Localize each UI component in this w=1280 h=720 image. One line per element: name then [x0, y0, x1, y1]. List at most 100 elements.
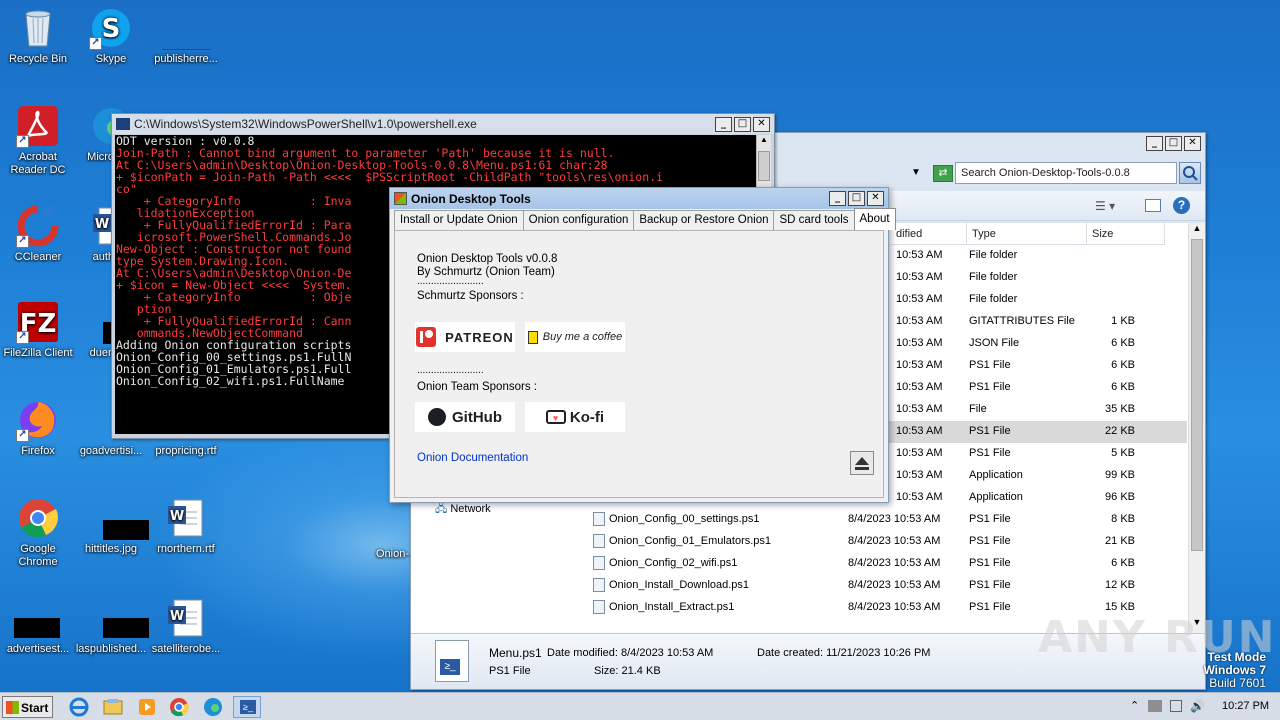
desktop-icon-acrobat[interactable]: ↗ Acrobat Reader DC [0, 104, 76, 177]
svg-text:S: S [102, 14, 121, 44]
desktop-icon-publisherre[interactable]: publisherre... [148, 6, 224, 66]
column-date-modified[interactable]: dified [891, 223, 967, 245]
eject-button[interactable] [850, 451, 874, 475]
minimize-button[interactable]: _ [1146, 136, 1163, 151]
network-icon: 🖧 [435, 503, 451, 515]
maximize-button[interactable]: □ [1165, 136, 1182, 151]
nav-network-label: Network [450, 503, 491, 515]
table-row[interactable]: Onion_Config_01_Emulators.ps1 8/4/2023 10… [411, 531, 1187, 553]
tab-backup-restore[interactable]: Backup or Restore Onion [633, 210, 775, 230]
onion-titlebar[interactable]: Onion Desktop Tools [390, 188, 888, 209]
onion-documentation-link[interactable]: Onion Documentation [417, 452, 528, 464]
tray-expand-icon[interactable]: ⌃ [1130, 699, 1139, 712]
patreon-button[interactable]: PATREON [415, 322, 515, 352]
github-button[interactable]: GitHub [415, 402, 515, 432]
file-date: 8/4/2023 10:53 AM [848, 513, 941, 525]
onion-window-controls: _ □ ✕ [829, 191, 884, 206]
refresh-icon[interactable]: ⇄ [933, 165, 953, 182]
file-type: File folder [969, 271, 1018, 283]
kofi-cup-icon: ♥ [545, 410, 566, 424]
kofi-button[interactable]: ♥ Ko-fi [525, 402, 625, 432]
address-dropdown-icon[interactable]: ▼ [911, 167, 921, 178]
maximize-button[interactable]: □ [734, 117, 751, 132]
scroll-up-icon[interactable]: ▲ [1190, 223, 1204, 239]
desktop-icon-advertisest[interactable]: advertisest... [0, 596, 76, 656]
desktop-icon-recycle-bin[interactable]: Recycle Bin [0, 6, 76, 66]
powershell-icon [116, 118, 130, 130]
onion-tabs: Install or Update Onion Onion configurat… [394, 208, 896, 230]
file-type: PS1 File [969, 513, 1011, 525]
coffee-cup-icon [527, 330, 538, 344]
ie-icon[interactable] [68, 696, 92, 718]
table-row[interactable]: Onion_Config_02_wifi.ps1 8/4/2023 10:53 A… [411, 553, 1187, 575]
file-type: PS1 File [969, 425, 1011, 437]
file-size: 1 KB [1111, 315, 1135, 327]
clock[interactable]: 10:27 PM [1222, 700, 1269, 712]
close-button[interactable]: ✕ [753, 117, 770, 132]
desktop-icon-hittitles[interactable]: hittitles.jpg [73, 496, 149, 556]
scroll-thumb[interactable] [758, 151, 770, 181]
file-size: 12 KB [1105, 579, 1135, 591]
github-label: GitHub [452, 408, 502, 426]
tab-sd-card-tools[interactable]: SD card tools [773, 210, 855, 230]
system-tray: ⌃ 🔊 10:27 PM [1100, 693, 1280, 720]
shortcut-arrow-icon: ↗ [16, 429, 29, 442]
explorer-taskbar-icon[interactable] [102, 696, 126, 718]
desktop-icon-filezilla[interactable]: FZ ↗ FileZilla Client [0, 300, 76, 360]
file-size: 21 KB [1105, 535, 1135, 547]
file-date: 10:53 AM [896, 425, 943, 437]
desktop-icon-label: Acrobat Reader DC [10, 151, 66, 176]
search-icon[interactable] [1179, 162, 1201, 184]
scroll-up-icon[interactable]: ▲ [758, 135, 770, 149]
desktop-icon-ccleaner[interactable]: ↗ CCleaner [0, 204, 76, 264]
network-tray-icon[interactable] [1148, 700, 1162, 712]
edge-taskbar-icon[interactable] [202, 696, 226, 718]
table-row[interactable]: Onion_Config_00_settings.ps1 8/4/2023 10:… [411, 509, 1187, 531]
onion-desktop-tools-window[interactable]: Onion Desktop Tools _ □ ✕ Install or Upd… [389, 187, 896, 503]
minimize-button[interactable]: _ [829, 191, 846, 206]
desktop-icon-firefox[interactable]: ↗ Firefox [0, 398, 76, 458]
action-center-icon[interactable] [1170, 700, 1182, 712]
ps1-file-icon [593, 534, 605, 548]
volume-icon[interactable]: 🔊 [1190, 699, 1205, 713]
start-button[interactable]: Start [2, 696, 53, 718]
powershell-taskbar-button[interactable]: ≥_ [233, 696, 261, 718]
preview-pane-icon[interactable] [1145, 199, 1161, 212]
console-line: + $iconPath = Join-Path -Path <<<< $PSSc… [116, 170, 663, 184]
view-options-icon[interactable]: ☰ ▾ [1095, 199, 1115, 213]
minimize-button[interactable]: _ [715, 117, 732, 132]
desktop-icon-laspublished[interactable]: laspublished... [73, 596, 149, 656]
file-date: 10:53 AM [896, 271, 943, 283]
file-date: 10:53 AM [896, 315, 943, 327]
file-name: Onion_Install_Extract.ps1 [609, 601, 735, 613]
file-date: 10:53 AM [896, 249, 943, 261]
desktop-icon-rnorthern[interactable]: W rnorthern.rtf [148, 496, 224, 556]
column-size[interactable]: Size [1087, 223, 1165, 245]
tab-configuration[interactable]: Onion configuration [522, 210, 635, 230]
powershell-titlebar[interactable]: C:\Windows\System32\WindowsPowerShell\v1… [112, 114, 774, 134]
scroll-thumb[interactable] [1191, 239, 1203, 551]
chrome-icon [16, 496, 60, 540]
desktop-icon-chrome[interactable]: Google Chrome [0, 496, 76, 569]
desktop-icon-label: Firefox [21, 445, 55, 457]
tab-about[interactable]: About [853, 208, 896, 230]
file-date: 10:53 AM [896, 447, 943, 459]
close-button[interactable]: ✕ [867, 191, 884, 206]
version-label: Onion Desktop Tools v0.0.8 [417, 253, 558, 265]
chrome-taskbar-icon[interactable] [168, 696, 192, 718]
column-type[interactable]: Type [967, 223, 1087, 245]
file-type: File [969, 403, 987, 415]
team-sponsors-label: Onion Team Sponsors : [417, 381, 537, 393]
help-icon[interactable]: ? [1173, 197, 1190, 214]
close-button[interactable]: ✕ [1184, 136, 1201, 151]
buy-me-a-coffee-button[interactable]: Buy me a coffee [525, 322, 625, 352]
desktop-icon-satelliterobe[interactable]: W satelliterobe... [148, 596, 224, 656]
desktop-icon-skype[interactable]: S ↗ Skype [73, 6, 149, 66]
file-list-scrollbar[interactable]: ▲ ▼ [1188, 223, 1205, 633]
search-input[interactable]: Search Onion-Desktop-Tools-0.0.8 [955, 162, 1177, 184]
desktop-icon-label: satelliterobe... [151, 643, 221, 655]
table-row[interactable]: Onion_Install_Download.ps1 8/4/2023 10:53… [411, 575, 1187, 597]
media-player-icon[interactable] [136, 696, 160, 718]
tab-install-update[interactable]: Install or Update Onion [394, 210, 524, 230]
maximize-button[interactable]: □ [848, 191, 865, 206]
